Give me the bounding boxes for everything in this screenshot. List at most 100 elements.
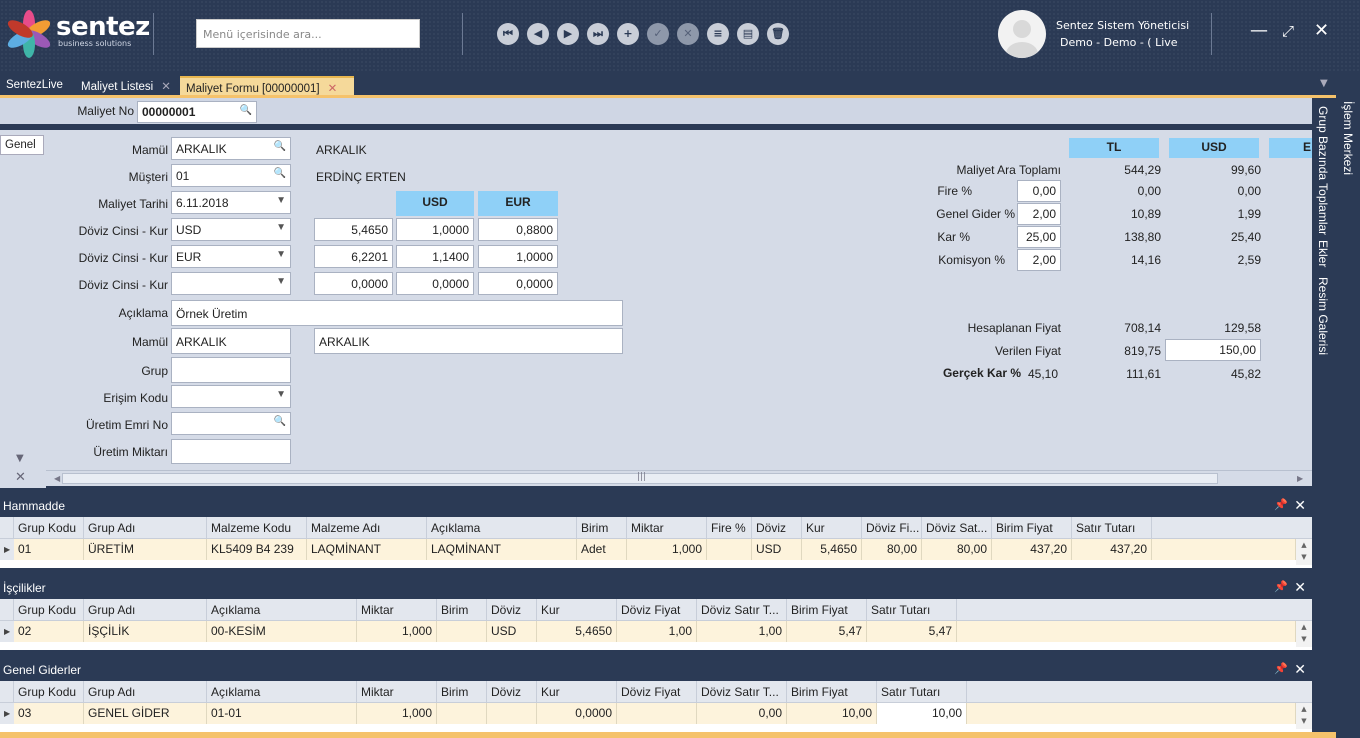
table-cell[interactable]: USD [487, 621, 537, 642]
search-icon[interactable]: 🔍 [274, 168, 286, 179]
column-header[interactable]: Döviz Fiyat [617, 599, 697, 621]
close-icon[interactable]: ✕ [15, 470, 26, 485]
pin-icon[interactable]: 📌 [1274, 580, 1288, 593]
column-header[interactable]: Grup Kodu [14, 517, 84, 539]
column-header[interactable]: Döviz [752, 517, 802, 539]
table-cell[interactable]: 1,00 [697, 621, 787, 642]
uretim-emri-input[interactable]: 🔍 [171, 412, 291, 435]
column-header[interactable]: Birim Fiyat [787, 599, 867, 621]
collapse-icon[interactable]: ▼ [16, 453, 24, 464]
close-icon[interactable]: ✕ [1294, 579, 1306, 596]
add-icon[interactable]: + [617, 23, 639, 45]
table-cell[interactable]: 03 [14, 703, 84, 724]
tab-sentezlive[interactable]: SentezLive [0, 76, 69, 96]
maximize-icon[interactable]: ⤢ [1282, 22, 1294, 40]
scroll-right-icon[interactable]: ▶ [1297, 474, 1303, 483]
column-header[interactable]: Açıklama [207, 599, 357, 621]
column-header[interactable]: Döviz Fiyat [617, 681, 697, 703]
islem-merkezi-tab[interactable]: İşlem Merkezi [1341, 101, 1355, 175]
table-cell[interactable]: 5,4650 [537, 621, 617, 642]
mamul2-input[interactable]: ARKALIK [171, 328, 291, 354]
column-header[interactable]: Döviz [487, 599, 537, 621]
column-header[interactable]: Miktar [357, 681, 437, 703]
table-cell[interactable] [437, 621, 487, 642]
column-header[interactable]: Birim [437, 681, 487, 703]
mamul2-description[interactable]: ARKALIK [314, 328, 623, 354]
menu-search-input[interactable]: Menü içerisinde ara... [196, 19, 420, 48]
table-cell[interactable]: 0,00 [697, 703, 787, 724]
tab-dropdown-icon[interactable]: ▼ [1320, 78, 1328, 89]
minimize-icon[interactable]: — [1250, 20, 1268, 41]
row-indicator-icon[interactable]: ▶ [0, 703, 14, 724]
row-indicator-icon[interactable]: ▶ [0, 621, 14, 642]
column-header[interactable]: Birim [577, 517, 627, 539]
list-icon[interactable]: ≡ [707, 23, 729, 45]
verilen-fiyat-usd-input[interactable]: 150,00 [1165, 339, 1261, 361]
delete-icon[interactable]: 🗑 [767, 23, 789, 45]
musteri-input[interactable]: 01 🔍 [171, 164, 291, 187]
column-header[interactable]: Kur [537, 599, 617, 621]
table-cell[interactable]: Adet [577, 539, 627, 560]
scroll-left-icon[interactable]: ◀ [54, 474, 60, 483]
table-cell[interactable]: 10,00 [877, 703, 967, 724]
avatar[interactable] [998, 10, 1046, 58]
vertical-scrollbar[interactable]: ▲ ▼ [1296, 539, 1312, 565]
column-header[interactable]: Malzeme Kodu [207, 517, 307, 539]
ekler-tab[interactable]: Ekler [1316, 240, 1330, 267]
search-icon[interactable]: 🔍 [274, 141, 286, 152]
search-icon[interactable]: 🔍 [274, 416, 286, 427]
row-indicator-icon[interactable]: ▶ [0, 539, 14, 560]
column-header[interactable]: Satır Tutarı [1072, 517, 1152, 539]
doviz-usd-input[interactable]: 1,0000 [396, 218, 474, 241]
table-cell[interactable]: LAQMİNANT [427, 539, 577, 560]
table-cell[interactable]: 01 [14, 539, 84, 560]
column-header[interactable]: Grup Adı [84, 517, 207, 539]
table-cell[interactable]: 1,000 [357, 703, 437, 724]
table-cell[interactable]: ÜRETİM [84, 539, 207, 560]
table-cell[interactable]: 5,47 [867, 621, 957, 642]
grup-input[interactable] [171, 357, 291, 383]
chevron-down-icon[interactable]: ▼ [276, 249, 286, 260]
column-header[interactable]: Fire % [707, 517, 752, 539]
column-header[interactable]: Grup Kodu [14, 681, 84, 703]
chevron-down-icon[interactable]: ▼ [276, 222, 286, 233]
table-cell[interactable]: USD [752, 539, 802, 560]
first-record-icon[interactable]: ⏮ [497, 23, 519, 45]
table-cell[interactable] [707, 539, 752, 560]
close-icon[interactable]: ✕ [1294, 497, 1306, 514]
doviz-usd-input[interactable]: 0,0000 [396, 272, 474, 295]
tab-genel[interactable]: Genel [0, 135, 44, 155]
table-cell[interactable]: 80,00 [922, 539, 992, 560]
last-record-icon[interactable]: ⏭ [587, 23, 609, 45]
column-header[interactable]: Miktar [357, 599, 437, 621]
table-cell[interactable]: 10,00 [787, 703, 877, 724]
doviz-cinsi-select[interactable]: EUR ▼ [171, 245, 291, 268]
table-cell[interactable]: GENEL GİDER [84, 703, 207, 724]
column-header[interactable]: Kur [802, 517, 862, 539]
doviz-kur-input[interactable]: 0,0000 [314, 272, 393, 295]
table-cell[interactable]: 02 [14, 621, 84, 642]
vertical-scrollbar[interactable]: ▲ ▼ [1296, 703, 1312, 729]
column-header[interactable]: Birim Fiyat [992, 517, 1072, 539]
column-header[interactable]: Kur [537, 681, 617, 703]
aciklama-input[interactable]: Örnek Üretim [171, 300, 623, 326]
table-cell[interactable]: 80,00 [862, 539, 922, 560]
column-header[interactable]: Döviz [487, 681, 537, 703]
table-cell[interactable]: İŞÇİLİK [84, 621, 207, 642]
pin-icon[interactable]: 📌 [1274, 498, 1288, 511]
confirm-icon[interactable]: ✓ [647, 23, 669, 45]
mamul-input[interactable]: ARKALIK 🔍 [171, 137, 291, 160]
next-record-icon[interactable]: ▶ [557, 23, 579, 45]
column-header[interactable]: Birim [437, 599, 487, 621]
doviz-cinsi-select[interactable]: ▼ [171, 272, 291, 295]
table-cell[interactable]: 1,000 [627, 539, 707, 560]
table-cell[interactable]: 1,000 [357, 621, 437, 642]
previous-record-icon[interactable]: ◀ [527, 23, 549, 45]
cancel-icon[interactable]: ✕ [677, 23, 699, 45]
column-header[interactable]: Döviz Satır T... [697, 599, 787, 621]
column-header[interactable]: Döviz Sat... [922, 517, 992, 539]
column-header[interactable]: Grup Kodu [14, 599, 84, 621]
column-header[interactable]: Satır Tutarı [867, 599, 957, 621]
resim-galerisi-tab[interactable]: Resim Galerisi [1316, 277, 1330, 355]
pin-icon[interactable]: 📌 [1274, 662, 1288, 675]
